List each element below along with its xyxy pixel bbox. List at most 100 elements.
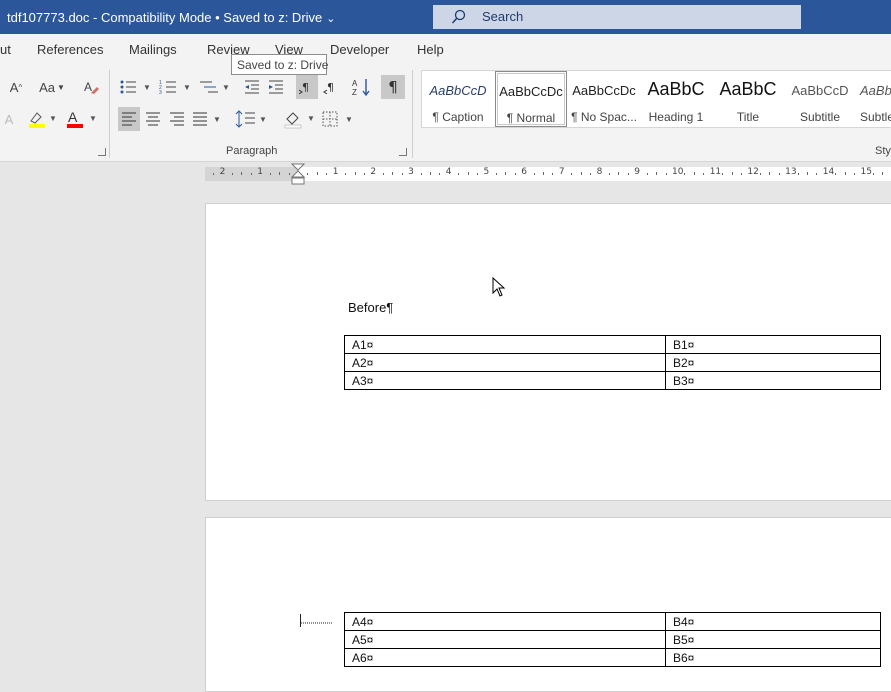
table-cell[interactable]: A4¤ — [344, 612, 666, 631]
table-cell[interactable]: B5¤ — [665, 630, 881, 649]
style-title[interactable]: AaBbC Title — [712, 71, 784, 127]
styles-group-label: Sty — [875, 145, 891, 157]
tab-layout[interactable]: ut — [0, 42, 11, 57]
justify-button[interactable]: ▼ — [191, 109, 225, 129]
tab-mailings[interactable]: Mailings — [129, 42, 177, 57]
style-no-spacing[interactable]: AaBbCcDc ¶ No Spac... — [568, 71, 640, 127]
search-icon — [451, 9, 466, 24]
style-preview: AaBbCcD — [429, 83, 487, 98]
show-formatting-marks-button[interactable]: ¶ — [381, 75, 405, 99]
ruler-tick — [844, 172, 846, 175]
ruler-number: 12 — [747, 167, 759, 177]
shading-button[interactable]: ▼ — [282, 109, 316, 129]
paragraph-before[interactable]: Before¶ — [348, 300, 393, 315]
grow-font-button[interactable]: A ^ — [6, 77, 26, 97]
line-spacing-button[interactable]: ▼ — [234, 109, 268, 129]
style-preview: AaBbC — [860, 83, 891, 98]
table-cell[interactable]: A1¤ — [344, 335, 666, 354]
document-page[interactable]: Before¶ A1¤ B1¤ A2¤ B2¤ A3¤ B3¤ — [205, 203, 891, 501]
table-cell[interactable]: B1¤ — [665, 335, 881, 354]
document-table[interactable]: A1¤ B1¤ A2¤ B2¤ A3¤ B3¤ — [344, 335, 881, 390]
table-cell[interactable]: B6¤ — [665, 648, 881, 667]
clear-formatting-icon[interactable]: A — [82, 77, 100, 97]
document-table[interactable]: A4¤ B4¤ A5¤ B5¤ A6¤ B6¤ — [344, 612, 881, 667]
style-heading-1[interactable]: AaBbC Heading 1 — [640, 71, 712, 127]
horizontal-ruler[interactable]: 2 1 1 2 3 4 5 6 7 8 9 10 11 12 13 14 15 — [0, 162, 891, 185]
pilcrow-icon: ¶ — [388, 78, 398, 96]
align-left-button[interactable] — [118, 107, 140, 131]
style-subtle-emphasis[interactable]: AaBbC Subtle — [856, 71, 891, 127]
ltr-direction-button[interactable]: ¶ — [296, 75, 318, 99]
table-cell[interactable]: A5¤ — [344, 630, 666, 649]
sort-icon[interactable]: AZ — [351, 75, 373, 99]
ruler-tick — [514, 173, 516, 175]
align-right-icon[interactable] — [167, 109, 187, 129]
svg-text:▼: ▼ — [307, 114, 315, 123]
font-color-button[interactable]: A ▼ — [64, 109, 98, 129]
style-normal[interactable]: AaBbCcDc ¶ Normal — [495, 71, 567, 127]
change-case-button[interactable]: Aa ▼ — [37, 77, 67, 97]
chevron-down-icon[interactable]: ⌄ — [326, 12, 335, 25]
ruler-tick — [627, 173, 629, 175]
ruler-tick — [363, 173, 365, 175]
style-preview: AaBbC — [647, 79, 705, 99]
tab-developer[interactable]: Developer — [330, 42, 389, 57]
decrease-indent-icon[interactable] — [243, 77, 261, 97]
style-subtitle[interactable]: AaBbCcD Subtitle — [784, 71, 856, 127]
document-title[interactable]: tdf107773.doc - Compatibility Mode • Sav… — [7, 10, 335, 25]
ruler-tick — [543, 172, 545, 175]
ruler-tick — [806, 172, 808, 175]
rtl-direction-icon[interactable]: ¶ — [321, 77, 341, 97]
ruler-number: 7 — [558, 167, 565, 177]
style-preview: AaBbCcD — [791, 83, 849, 98]
ruler-tick — [420, 173, 422, 175]
table-cell[interactable]: B3¤ — [665, 371, 881, 390]
styles-gallery: AaBbCcD ¶ Caption AaBbCcDc ¶ Normal AaBb… — [421, 70, 891, 128]
ruler-tick — [778, 173, 780, 175]
bullets-button[interactable]: ▼ — [118, 77, 152, 97]
table-cell[interactable]: B2¤ — [665, 353, 881, 372]
align-center-icon[interactable] — [143, 109, 163, 129]
borders-button[interactable]: ▼ — [320, 109, 354, 129]
style-preview: AaBbC — [719, 79, 777, 99]
tab-references[interactable]: References — [37, 42, 103, 57]
svg-text:¶: ¶ — [327, 81, 334, 94]
document-page[interactable]: A4¤ B4¤ A5¤ B5¤ A6¤ B6¤ — [205, 517, 891, 692]
ruler-number: 2 — [219, 167, 226, 177]
paragraph-dialog-launcher-icon[interactable] — [399, 148, 407, 156]
multilevel-list-button[interactable]: ▼ — [197, 77, 231, 97]
ruler-number: 6 — [521, 167, 527, 177]
numbering-button[interactable]: 1 2 3 ▼ — [158, 77, 192, 97]
style-name: ¶ Caption — [432, 110, 484, 124]
ruler-number: 4 — [445, 167, 452, 177]
svg-text:A: A — [68, 109, 78, 125]
search-box[interactable]: Search — [433, 5, 801, 29]
font-dialog-launcher-icon[interactable] — [98, 148, 106, 156]
ruler-tick — [797, 173, 799, 175]
mouse-pointer-icon — [492, 277, 506, 297]
ruler-tick — [835, 173, 837, 175]
indent-marker-icon[interactable] — [291, 163, 305, 185]
ruler-tick — [665, 173, 667, 175]
ruler-tick — [816, 173, 818, 175]
ruler-tick — [354, 172, 356, 175]
ruler-tick — [477, 173, 479, 175]
ruler-tick — [316, 172, 318, 175]
tab-help[interactable]: Help — [417, 42, 444, 57]
table-cell[interactable]: A3¤ — [344, 371, 666, 390]
highlight-button[interactable]: ▼ — [26, 109, 56, 129]
table-cell[interactable]: A2¤ — [344, 353, 666, 372]
table-row: A5¤ B5¤ — [344, 630, 881, 649]
ruler-number: 15 — [860, 167, 872, 177]
increase-indent-icon[interactable] — [267, 77, 285, 97]
svg-text:A: A — [84, 80, 92, 94]
ruler-tick — [392, 172, 394, 175]
ruler-tick — [552, 173, 554, 175]
ruler-tick — [439, 173, 441, 175]
table-cell[interactable]: B4¤ — [665, 612, 881, 631]
ruler-tick — [382, 173, 384, 175]
table-row: A4¤ B4¤ — [344, 612, 881, 631]
table-cell[interactable]: A6¤ — [344, 648, 666, 667]
style-caption[interactable]: AaBbCcD ¶ Caption — [422, 71, 494, 127]
text-effects-icon[interactable]: A — [0, 109, 18, 129]
